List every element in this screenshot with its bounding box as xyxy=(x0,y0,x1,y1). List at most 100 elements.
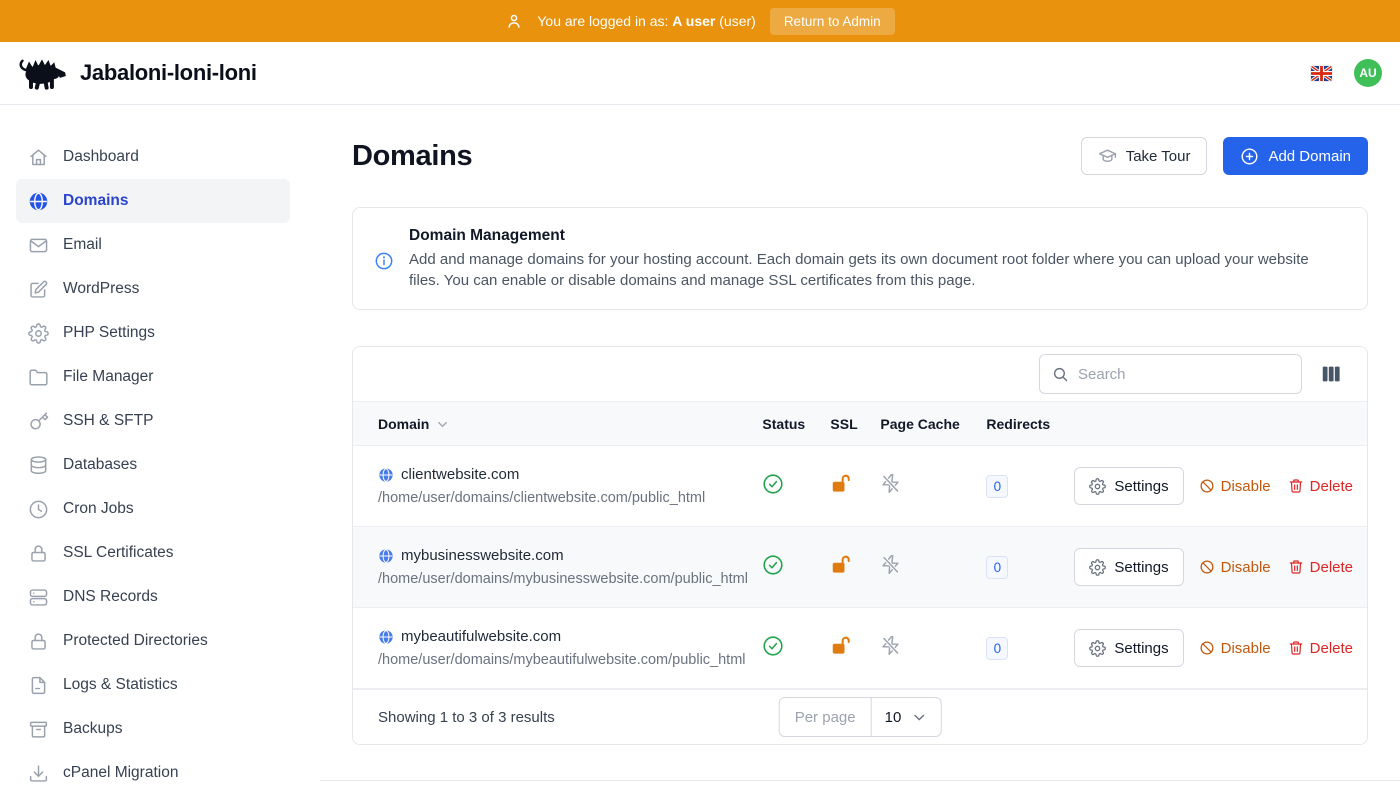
user-avatar[interactable]: AU xyxy=(1354,59,1382,87)
domain-name-link[interactable]: mybusinesswebsite.com xyxy=(401,547,564,564)
boar-logo-icon xyxy=(16,55,68,92)
globe-icon xyxy=(378,548,394,564)
column-header-domain[interactable]: Domain xyxy=(353,402,762,446)
gear-icon xyxy=(28,323,49,344)
sidebar-item-protected-directories[interactable]: Protected Directories xyxy=(16,619,290,663)
sidebar-item-php-settings[interactable]: PHP Settings xyxy=(16,311,290,355)
status-check-circle-icon xyxy=(762,635,784,657)
sidebar-item-backups[interactable]: Backups xyxy=(16,707,290,751)
sidebar-nav-list: Dashboard Domains Email WordPress PHP Se… xyxy=(0,135,320,795)
per-page-select[interactable]: Per page 10 xyxy=(779,697,942,737)
domains-table: Domain Status SSL Page Cache Redirects c… xyxy=(353,401,1367,689)
column-header-ssl: SSL xyxy=(830,402,880,446)
sidebar-item-logs-statistics[interactable]: Logs & Statistics xyxy=(16,663,290,707)
chevron-down-icon xyxy=(910,709,927,726)
results-summary: Showing 1 to 3 of 3 results xyxy=(378,709,555,726)
disable-button[interactable]: Disable xyxy=(1197,478,1273,495)
home-icon xyxy=(28,147,49,168)
graduation-cap-icon xyxy=(1098,147,1117,166)
column-header-page-cache: Page Cache xyxy=(880,402,986,446)
status-check-circle-icon xyxy=(762,473,784,495)
domain-table-row: clientwebsite.com /home/user/domains/cli… xyxy=(353,446,1367,527)
ban-icon xyxy=(1199,478,1215,494)
brand-title: Jabaloni-loni-loni xyxy=(80,60,257,86)
search-box xyxy=(1039,354,1302,394)
redirects-count-badge[interactable]: 0 xyxy=(986,637,1008,660)
sidebar-item-dns-records[interactable]: DNS Records xyxy=(16,575,290,619)
sidebar-item-ssh-sftp[interactable]: SSH & SFTP xyxy=(16,399,290,443)
sidebar-item-databases[interactable]: Databases xyxy=(16,443,290,487)
sidebar-item-ssl-certificates[interactable]: SSL Certificates xyxy=(16,531,290,575)
folder-icon xyxy=(28,367,49,388)
columns-toggle-icon[interactable] xyxy=(1320,363,1342,385)
domain-name-link[interactable]: clientwebsite.com xyxy=(401,466,519,483)
domain-root-path: /home/user/domains/mybusinesswebsite.com… xyxy=(378,571,762,587)
sidebar-item-cron-jobs[interactable]: Cron Jobs xyxy=(16,487,290,531)
info-box-body: Add and manage domains for your hosting … xyxy=(409,250,1343,291)
trash-icon xyxy=(1288,640,1304,656)
domains-table-body: clientwebsite.com /home/user/domains/cli… xyxy=(353,446,1367,689)
plus-circle-icon xyxy=(1240,147,1259,166)
delete-button[interactable]: Delete xyxy=(1286,478,1355,495)
mail-icon xyxy=(28,235,49,256)
status-check-circle-icon xyxy=(762,554,784,576)
disable-button[interactable]: Disable xyxy=(1197,559,1273,576)
column-header-status: Status xyxy=(762,402,830,446)
sidebar-item-wordpress[interactable]: WordPress xyxy=(16,267,290,311)
ban-icon xyxy=(1199,640,1215,656)
page-cache-off-icon[interactable] xyxy=(880,635,901,656)
delete-button[interactable]: Delete xyxy=(1286,640,1355,657)
download-icon xyxy=(28,763,49,784)
domain-table-row: mybusinesswebsite.com /home/user/domains… xyxy=(353,527,1367,608)
edit-icon xyxy=(28,279,49,300)
table-header-row: Domain Status SSL Page Cache Redirects xyxy=(353,402,1367,446)
lock-icon xyxy=(28,631,49,652)
gear-icon xyxy=(1089,640,1106,657)
main-content: Domains Take Tour Add Domain xyxy=(320,105,1400,800)
globe-icon xyxy=(378,467,394,483)
info-icon xyxy=(374,251,394,271)
column-header-redirects: Redirects xyxy=(986,402,1074,446)
key-icon xyxy=(28,411,49,432)
banner-message: You are logged in as: A user (user) xyxy=(537,13,755,29)
take-tour-button[interactable]: Take Tour xyxy=(1081,137,1208,175)
add-domain-button[interactable]: Add Domain xyxy=(1223,137,1368,175)
domains-table-card: Domain Status SSL Page Cache Redirects c… xyxy=(352,346,1368,745)
search-input[interactable] xyxy=(1078,366,1289,383)
settings-button[interactable]: Settings xyxy=(1074,467,1183,505)
globe-icon xyxy=(378,629,394,645)
sort-chevron-down-icon[interactable] xyxy=(435,417,450,432)
settings-button[interactable]: Settings xyxy=(1074,629,1183,667)
lock-icon xyxy=(28,543,49,564)
trash-icon xyxy=(1288,478,1304,494)
person-icon xyxy=(505,12,523,30)
ssl-unlocked-icon[interactable] xyxy=(830,635,852,657)
impersonation-banner: You are logged in as: A user (user) Retu… xyxy=(0,0,1400,42)
ssl-unlocked-icon[interactable] xyxy=(830,554,852,576)
globe-icon xyxy=(28,191,49,212)
ssl-unlocked-icon[interactable] xyxy=(830,473,852,495)
page-cache-off-icon[interactable] xyxy=(880,473,901,494)
sidebar-item-cpanel-migration[interactable]: cPanel Migration xyxy=(16,751,290,795)
redirects-count-badge[interactable]: 0 xyxy=(986,475,1008,498)
return-to-admin-button[interactable]: Return to Admin xyxy=(770,8,895,35)
disable-button[interactable]: Disable xyxy=(1197,640,1273,657)
domain-root-path: /home/user/domains/mybeautifulwebsite.co… xyxy=(378,652,762,668)
domain-name-link[interactable]: mybeautifulwebsite.com xyxy=(401,628,561,645)
delete-button[interactable]: Delete xyxy=(1286,559,1355,576)
sidebar-item-dashboard[interactable]: Dashboard xyxy=(16,135,290,179)
settings-button[interactable]: Settings xyxy=(1074,548,1183,586)
sidebar: Dashboard Domains Email WordPress PHP Se… xyxy=(0,105,320,800)
app-header: Jabaloni-loni-loni AU xyxy=(0,42,1400,105)
language-flag-icon[interactable] xyxy=(1311,66,1332,81)
sidebar-item-email[interactable]: Email xyxy=(16,223,290,267)
search-icon xyxy=(1052,366,1069,383)
trash-icon xyxy=(1288,559,1304,575)
per-page-label: Per page xyxy=(780,698,872,736)
redirects-count-badge[interactable]: 0 xyxy=(986,556,1008,579)
page-cache-off-icon[interactable] xyxy=(880,554,901,575)
sidebar-item-file-manager[interactable]: File Manager xyxy=(16,355,290,399)
sidebar-item-domains[interactable]: Domains xyxy=(16,179,290,223)
domain-root-path: /home/user/domains/clientwebsite.com/pub… xyxy=(378,490,762,506)
banner-role: (user) xyxy=(719,13,756,29)
